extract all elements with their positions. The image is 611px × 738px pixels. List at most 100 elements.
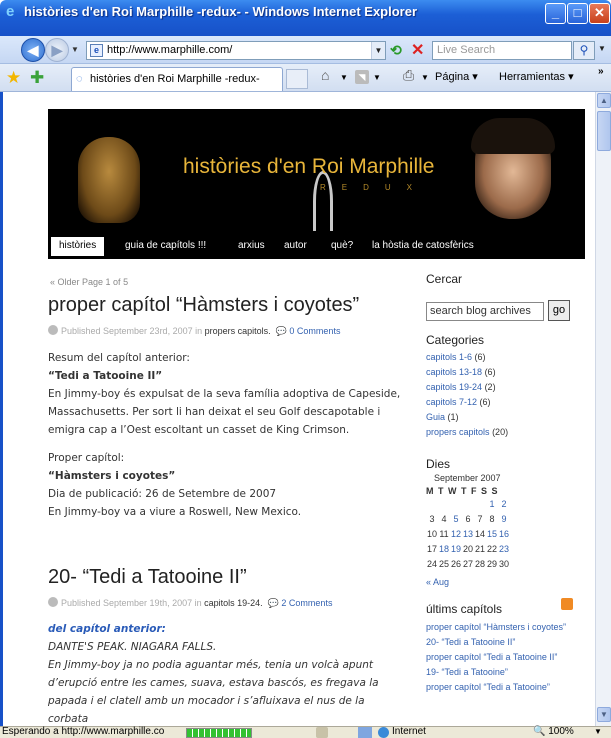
blog-search-input[interactable]: search blog archives <box>426 302 544 321</box>
calendar-day[interactable]: 9 <box>498 514 510 524</box>
nav-catosferics[interactable]: la hòstia de catosfèrics <box>372 240 474 251</box>
refresh-icon[interactable]: ⟲ <box>390 42 402 59</box>
address-dropdown-icon[interactable]: ▼ <box>371 42 385 59</box>
category-link[interactable]: capitols 1-6 <box>426 352 472 362</box>
snake-logo-icon <box>313 171 333 231</box>
category-link[interactable]: capitols 19-24 <box>426 382 482 392</box>
latest-link[interactable]: proper capítol “Hàmsters i coyotes” <box>426 622 576 633</box>
post-category-link[interactable]: propers capitols. <box>205 326 271 336</box>
protected-mode-icon <box>358 727 372 738</box>
page-menu[interactable]: Página ▾ <box>435 70 478 83</box>
calendar-day[interactable]: 15 <box>486 529 498 539</box>
forward-button[interactable]: ▶ <box>45 38 69 62</box>
post-category-link[interactable]: capitols 19-24. <box>204 598 263 608</box>
scroll-thumb[interactable] <box>597 111 611 151</box>
nav-histories[interactable]: històries <box>51 237 105 256</box>
page-viewport: històries d'en Roi Marphille REDUX histò… <box>0 92 595 726</box>
calendar-day[interactable]: 5 <box>450 514 462 524</box>
calendar-day[interactable]: 19 <box>450 544 462 554</box>
stop-icon[interactable]: ✕ <box>411 40 424 60</box>
calendar-day: 3 <box>429 514 435 524</box>
nav-guide[interactable]: guia de capítols !!! <box>125 240 206 251</box>
search-input[interactable]: Live Search <box>432 41 572 60</box>
category-link[interactable]: propers capitols <box>426 427 490 437</box>
older-link[interactable]: « Older <box>50 277 80 287</box>
tools-menu[interactable]: Herramientas ▾ <box>499 70 574 83</box>
calendar-caption: September 2007 <box>434 473 501 483</box>
category-item: capitols 1-6 (6) <box>426 350 508 365</box>
category-item: capitols 13-18 (6) <box>426 365 508 380</box>
calendar-prev-link[interactable]: « Aug <box>426 577 449 587</box>
calendar-day: 24 <box>426 559 437 569</box>
print-icon[interactable]: ⎙ <box>403 67 414 84</box>
calendar-day[interactable]: 16 <box>498 529 510 539</box>
favorites-star-icon[interactable]: ★ <box>6 68 21 88</box>
blog-header: històries d'en Roi Marphille REDUX histò… <box>48 109 585 259</box>
post-comments-link[interactable]: 0 Comments <box>289 326 340 336</box>
calendar-day[interactable]: 2 <box>498 499 510 509</box>
latest-link[interactable]: 19- “Tedi a Tatooine” <box>426 667 576 678</box>
latest-link[interactable]: 20- “Tedi a Tatooine II” <box>426 637 576 648</box>
post-title[interactable]: proper capítol “Hàmsters i coyotes” <box>48 294 359 317</box>
window-title: històries d'en Roi Marphille -redux- - W… <box>24 4 418 19</box>
post-line: “Tedi a Tatooine II” <box>48 370 163 382</box>
calendar-day[interactable]: 1 <box>486 499 498 509</box>
nav-author[interactable]: autor <box>284 240 307 251</box>
more-commands-icon[interactable]: » <box>598 66 604 77</box>
mona-lisa-image <box>78 137 140 223</box>
category-link[interactable]: Guia <box>426 412 445 422</box>
add-favorite-icon[interactable]: ✚ <box>30 68 44 88</box>
nav-what[interactable]: què? <box>331 240 353 251</box>
print-dropdown-icon[interactable]: ▼ <box>421 73 429 82</box>
address-field[interactable]: e http://www.marphille.com/ ▼ <box>86 41 386 60</box>
home-icon[interactable]: ⌂ <box>321 67 329 83</box>
vertical-scrollbar[interactable]: ▲ ▼ <box>595 92 611 726</box>
zoom-dropdown-icon[interactable]: ▼ <box>594 727 602 736</box>
calendar-day: 7 <box>477 514 483 524</box>
feeds-dropdown-icon[interactable]: ▼ <box>373 73 381 82</box>
home-dropdown-icon[interactable]: ▼ <box>340 73 348 82</box>
post-body: Resum del capítol anterior: “Tedi a Tato… <box>48 349 410 521</box>
calendar-day: 25 <box>438 559 449 569</box>
close-button[interactable]: ✕ <box>589 3 610 24</box>
page-icon: e <box>90 44 103 57</box>
history-dropdown-icon[interactable]: ▼ <box>71 45 79 54</box>
calendar-day[interactable]: 18 <box>438 544 450 554</box>
nav-archives[interactable]: arxius <box>238 240 265 251</box>
site-title[interactable]: històries d'en Roi Marphille <box>183 155 434 179</box>
category-link[interactable]: capitols 7-12 <box>426 397 477 407</box>
title-bar: e històries d'en Roi Marphille -redux- -… <box>0 0 611 36</box>
calendar-week: 17 18 19 20 21 22 23 <box>426 544 510 554</box>
rss-icon[interactable] <box>561 598 573 610</box>
feeds-icon[interactable]: ◥ <box>355 70 369 84</box>
maximize-button[interactable]: □ <box>567 3 588 24</box>
minimize-button[interactable]: _ <box>545 3 566 24</box>
tab-active[interactable]: ◌ històries d'en Roi Marphille -redux- <box>71 67 283 91</box>
calendar-day[interactable]: 23 <box>498 544 510 554</box>
post-line: d’erupció entre les cames, suava, estava… <box>48 677 379 689</box>
blog-search-button[interactable]: go <box>548 300 570 321</box>
post-line: del capítol anterior: <box>48 623 166 635</box>
category-link[interactable]: capitols 13-18 <box>426 367 482 377</box>
post-line: papada i el clatell amb un mocador i s’a… <box>48 695 365 707</box>
calendar-day[interactable]: 12 <box>450 529 462 539</box>
category-count: (2) <box>484 382 496 392</box>
scroll-down-icon[interactable]: ▼ <box>597 707 611 722</box>
search-options-icon[interactable]: ▼ <box>598 44 606 53</box>
scroll-up-icon[interactable]: ▲ <box>597 93 611 108</box>
category-item: capitols 19-24 (2) <box>426 380 508 395</box>
latest-list: proper capítol “Hàmsters i coyotes” 20- … <box>426 622 576 697</box>
new-tab-button[interactable] <box>286 69 308 89</box>
back-button[interactable]: ◀ <box>21 38 45 62</box>
tab-bar: ★ ✚ ◌ històries d'en Roi Marphille -redu… <box>0 64 611 92</box>
post-title[interactable]: 20- “Tedi a Tatooine II” <box>48 566 247 589</box>
calendar-day[interactable]: 13 <box>462 529 474 539</box>
post-comments-link[interactable]: 2 Comments <box>281 598 332 608</box>
search-button[interactable]: ⚲ <box>573 41 595 60</box>
status-bar: Esperando a http://www.marphille.co Inte… <box>0 726 611 738</box>
zoom-level[interactable]: 🔍 100% <box>533 726 574 737</box>
post-meta: Published September 23rd, 2007 in proper… <box>48 325 340 337</box>
calendar-day: 20 <box>462 544 473 554</box>
latest-link[interactable]: proper capítol “Tedi a Tatooine II” <box>426 652 576 663</box>
latest-link[interactable]: proper capítol “Tedi a Tatooine” <box>426 682 576 693</box>
